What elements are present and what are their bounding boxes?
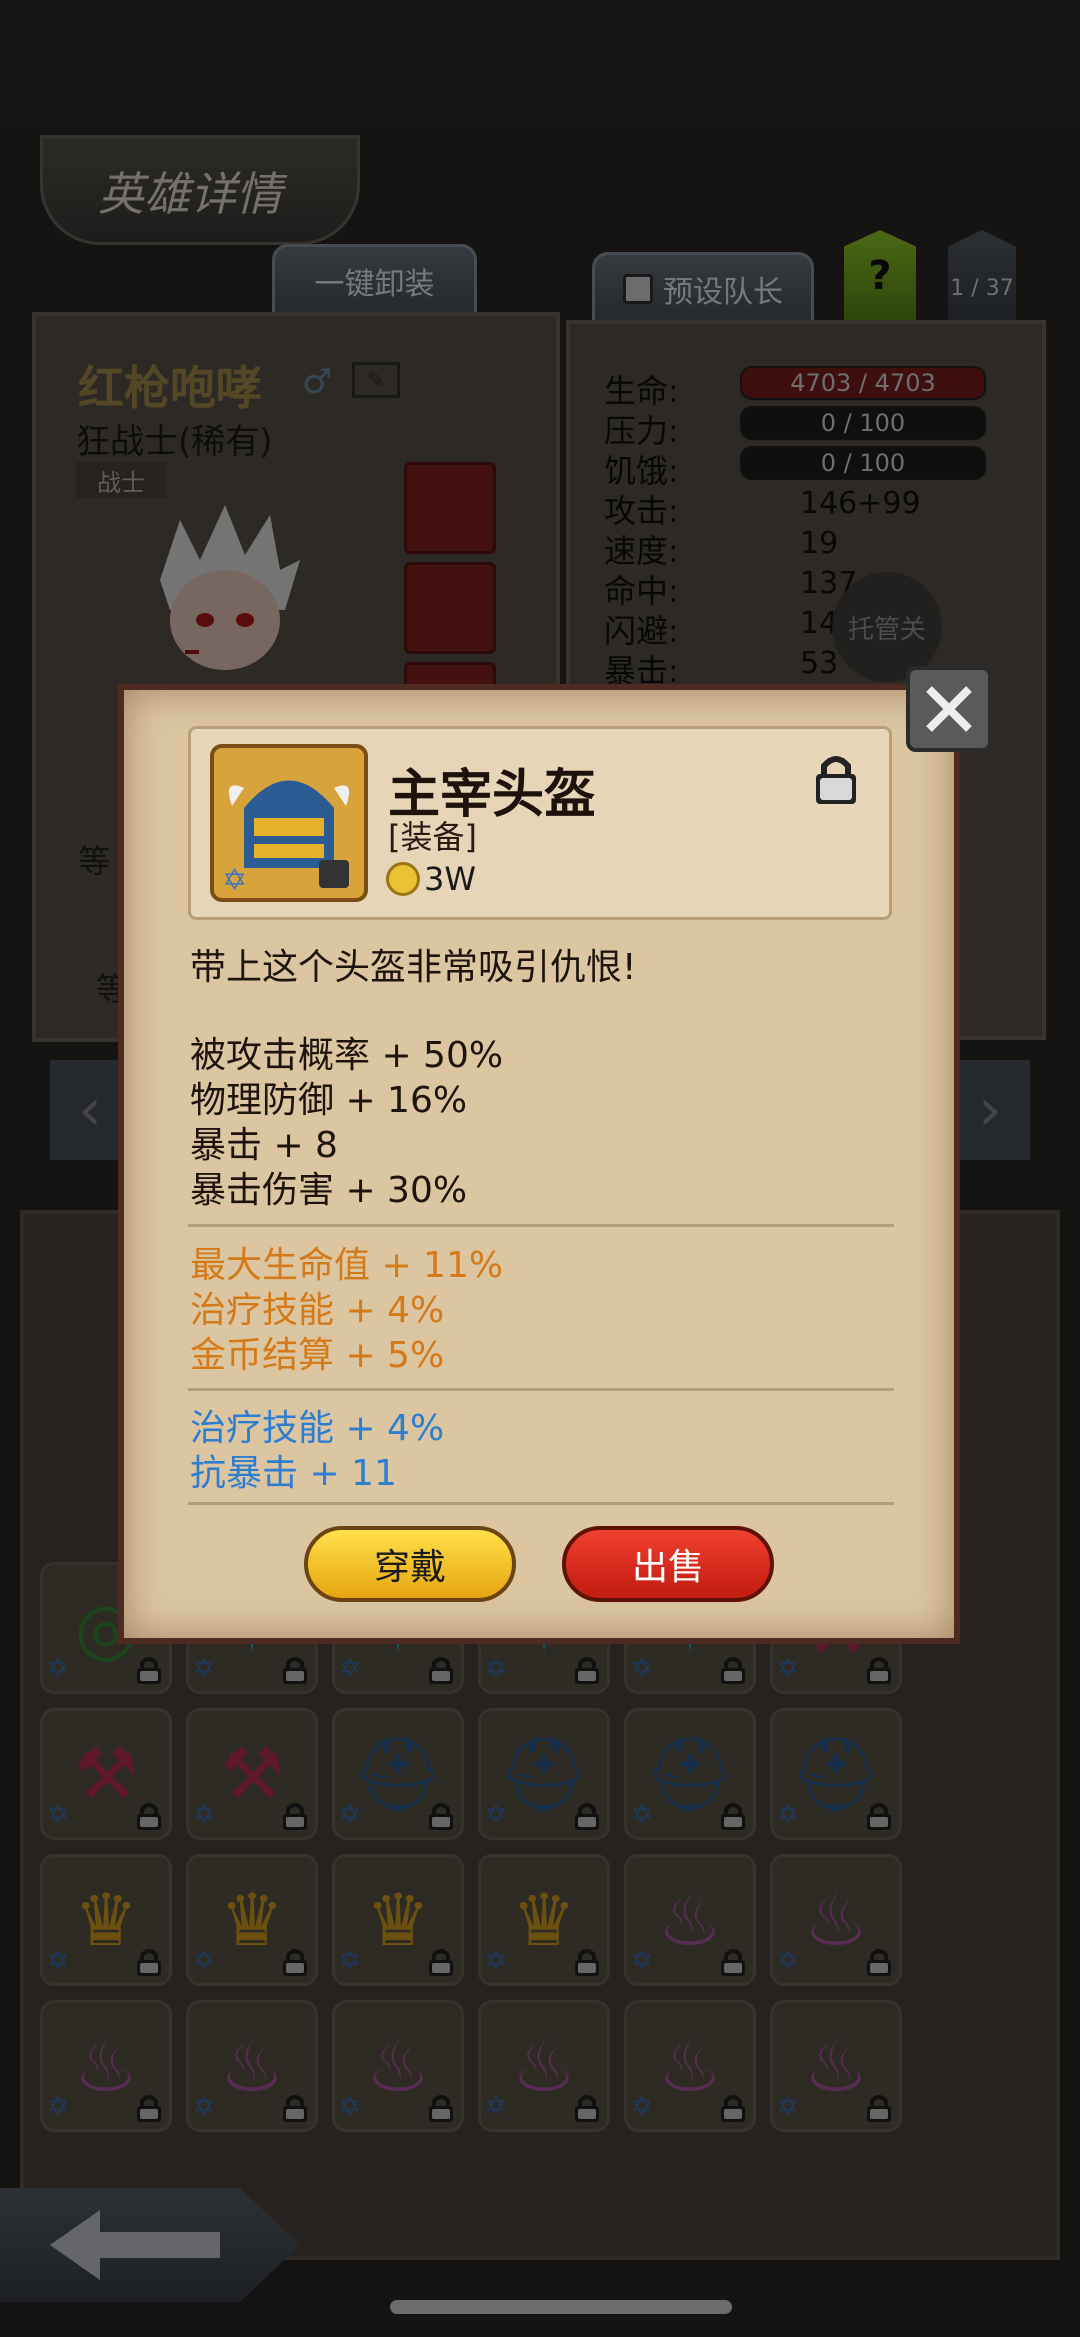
item-icon-frame: ✡	[210, 744, 368, 902]
divider	[188, 1502, 894, 1505]
item-type: [装备]	[388, 818, 477, 856]
divider	[188, 1388, 894, 1391]
wear-button[interactable]: 穿戴	[304, 1526, 516, 1602]
svg-text:✡: ✡	[222, 863, 247, 898]
item-price: 3W	[424, 860, 476, 898]
status-bar-area	[0, 0, 1080, 128]
item-description: 带上这个头盔非常吸引仇恨!	[190, 947, 637, 988]
close-icon	[926, 686, 972, 732]
divider	[188, 1224, 894, 1227]
helmet-icon: ✡	[222, 780, 350, 898]
close-dialog-button[interactable]	[906, 666, 992, 752]
extra-stat-line: 抗暴击 + 11	[190, 1453, 397, 1494]
sell-button[interactable]: 出售	[562, 1526, 774, 1602]
bonus-stat-line: 金币结算 + 5%	[190, 1335, 445, 1376]
lock-icon[interactable]	[814, 752, 858, 806]
base-stat-line: 暴击伤害 + 30%	[190, 1170, 468, 1211]
gold-coin-icon	[386, 862, 420, 896]
